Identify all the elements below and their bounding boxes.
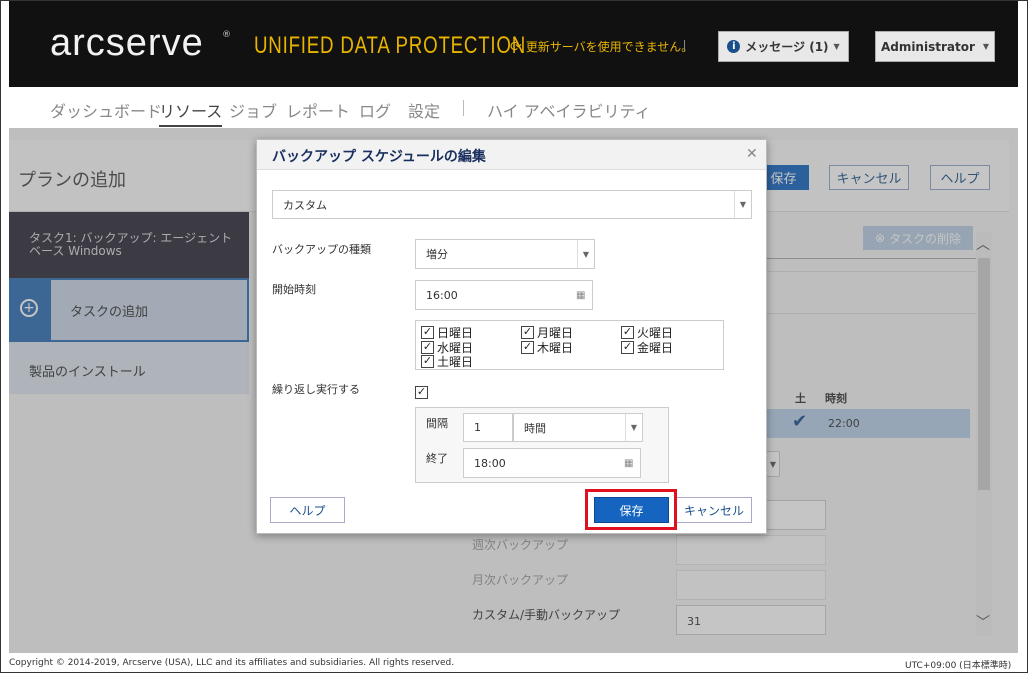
start-time-value: 16:00 bbox=[426, 288, 458, 302]
backup-type-select[interactable]: 増分 ▼ bbox=[415, 239, 595, 269]
chevron-down-icon: ▼ bbox=[625, 414, 642, 441]
day-label: 土曜日 bbox=[437, 355, 474, 369]
nav-reports[interactable]: レポート bbox=[286, 98, 350, 122]
interval-value: 1 bbox=[474, 421, 481, 434]
day-label: 木曜日 bbox=[537, 341, 574, 355]
chevron-down-icon: ▼ bbox=[734, 191, 751, 218]
interval-label: 間隔 bbox=[426, 417, 448, 430]
highlight-box bbox=[585, 489, 677, 530]
refresh-icon: ⟳ bbox=[510, 38, 522, 55]
repeat-checkbox[interactable]: ✓ bbox=[415, 380, 428, 399]
day-friday[interactable]: ✓ 金曜日 bbox=[621, 339, 673, 356]
update-warning-text: 更新サーバを使用できません。 bbox=[525, 40, 694, 54]
checkbox-checked-icon[interactable]: ✓ bbox=[421, 355, 434, 368]
nav-dashboard[interactable]: ダッシュボード bbox=[50, 98, 162, 122]
product-name: UNIFIED DATA PROTECTION bbox=[254, 32, 527, 59]
chevron-down-icon: ▼ bbox=[577, 240, 594, 268]
nav-logs[interactable]: ログ bbox=[359, 98, 391, 122]
header-separator bbox=[684, 40, 685, 52]
end-time-input[interactable]: 18:00 ▦ bbox=[463, 448, 641, 478]
day-thursday[interactable]: ✓ 木曜日 bbox=[521, 339, 573, 356]
start-time-input[interactable]: 16:00 ▦ bbox=[415, 280, 593, 310]
user-menu-button[interactable]: Administrator ▼ bbox=[875, 31, 995, 62]
interval-unit-select[interactable]: 時間 ▼ bbox=[513, 413, 643, 442]
nav-high-availability[interactable]: ハイ アベイラビリティ bbox=[487, 98, 651, 122]
day-label: 金曜日 bbox=[637, 341, 674, 355]
close-icon[interactable]: ✕ bbox=[746, 146, 758, 162]
update-server-warning[interactable]: ⟳ 更新サーバを使用できません。 bbox=[510, 38, 693, 55]
checkbox-checked-icon[interactable]: ✓ bbox=[621, 326, 634, 339]
interval-input[interactable]: 1 bbox=[463, 413, 513, 442]
calendar-icon[interactable]: ▦ bbox=[576, 290, 592, 301]
schedule-type-select[interactable]: カスタム ▼ bbox=[272, 190, 752, 219]
backup-type-label: バックアップの種類 bbox=[272, 243, 371, 256]
chevron-down-icon: ▼ bbox=[833, 42, 840, 51]
nav-jobs[interactable]: ジョブ bbox=[229, 98, 277, 122]
dialog-cancel-button[interactable]: キャンセル bbox=[676, 497, 752, 523]
start-time-label: 開始時刻 bbox=[272, 283, 316, 296]
dialog-title: バックアップ スケジュールの編集 bbox=[272, 149, 486, 165]
messages-button[interactable]: i メッセージ (1) ▼ bbox=[718, 31, 849, 62]
chevron-down-icon: ▼ bbox=[982, 42, 990, 51]
user-label: Administrator bbox=[880, 39, 975, 54]
copyright-text: Copyright © 2014-2019, Arcserve (USA), L… bbox=[9, 658, 455, 668]
checkbox-checked-icon[interactable]: ✓ bbox=[415, 386, 428, 399]
checkbox-checked-icon[interactable]: ✓ bbox=[521, 326, 534, 339]
timezone-text: UTC+09:00 (日本標準時) bbox=[905, 661, 1012, 671]
end-label: 終了 bbox=[426, 452, 448, 465]
info-icon: i bbox=[727, 40, 741, 53]
nav-separator bbox=[463, 100, 464, 116]
calendar-icon[interactable]: ▦ bbox=[624, 458, 640, 469]
end-time-value: 18:00 bbox=[474, 456, 506, 470]
checkbox-checked-icon[interactable]: ✓ bbox=[521, 341, 534, 354]
logo-registered-mark: ® bbox=[222, 30, 231, 40]
checkbox-checked-icon[interactable]: ✓ bbox=[621, 341, 634, 354]
schedule-type-value: カスタム bbox=[283, 198, 327, 212]
nav-settings[interactable]: 設定 bbox=[408, 98, 440, 122]
arcserve-logo: arcserve bbox=[50, 22, 204, 64]
messages-label: メッセージ (1) bbox=[745, 40, 829, 54]
nav-resources[interactable]: リソース bbox=[159, 98, 223, 127]
checkbox-checked-icon[interactable]: ✓ bbox=[421, 326, 434, 339]
interval-unit-value: 時間 bbox=[524, 421, 546, 435]
backup-type-value: 増分 bbox=[426, 248, 448, 261]
dialog-help-button[interactable]: ヘルプ bbox=[270, 497, 345, 523]
repeat-label: 繰り返し実行する bbox=[272, 383, 360, 396]
header-right-strip bbox=[1018, 1, 1027, 87]
day-saturday[interactable]: ✓ 土曜日 bbox=[421, 353, 473, 370]
